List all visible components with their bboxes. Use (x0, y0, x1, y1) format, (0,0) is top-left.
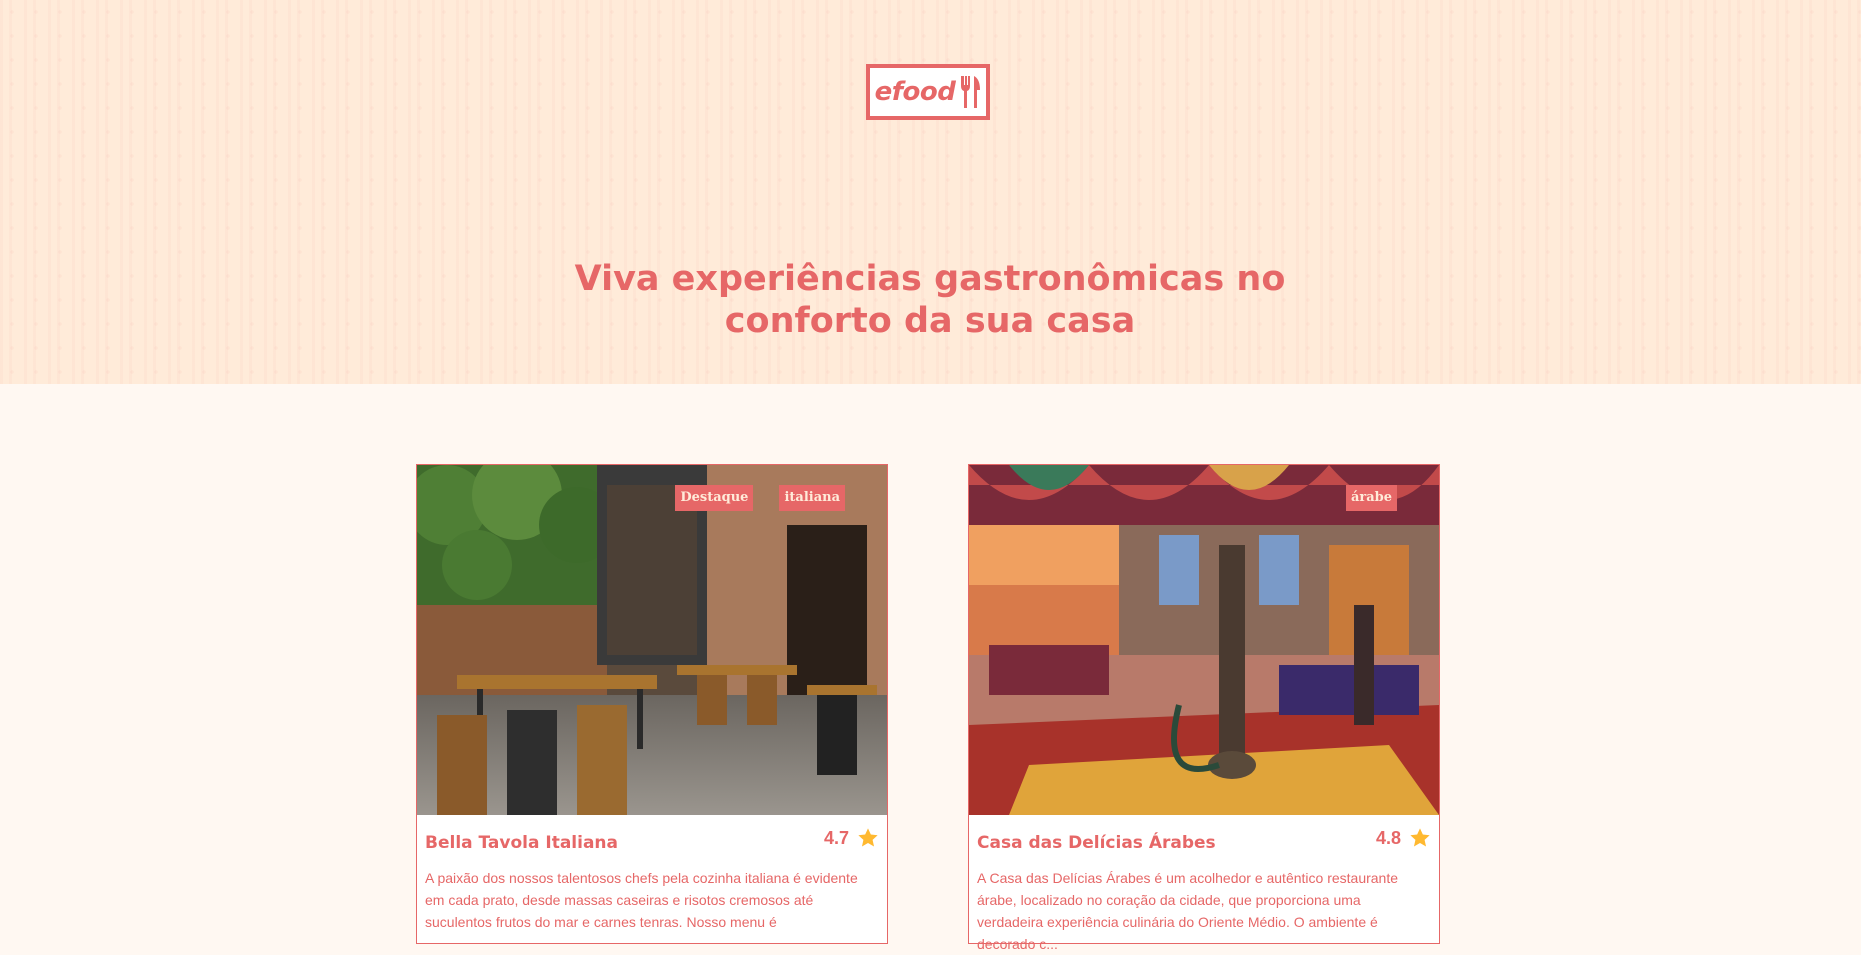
tag-cuisine: italiana (779, 485, 845, 511)
logo-text: efood (874, 77, 956, 107)
star-icon (858, 828, 878, 847)
hero-header: efood Viva experiências gastronômicas no… (0, 0, 1861, 384)
restaurant-card[interactable]: árabe Casa das Delícias Árabes 4.8 A Cas… (968, 464, 1440, 952)
fork-knife-icon (961, 76, 981, 108)
rating: 4.7 (824, 827, 879, 849)
rating: 4.8 (1376, 827, 1431, 849)
restaurant-name: Casa das Delícias Árabes (977, 833, 1216, 853)
tag-highlight: Destaque (675, 485, 754, 511)
restaurant-photo: Destaque italiana (417, 465, 887, 815)
efood-logo[interactable]: efood (866, 64, 990, 120)
card-body: Bella Tavola Italiana 4.7 A paixão dos n… (417, 815, 887, 933)
rating-value: 4.7 (823, 827, 849, 848)
tag-list: Destaque italiana (675, 485, 845, 511)
restaurant-card[interactable]: Destaque italiana Bella Tavola Italiana … (416, 464, 888, 944)
restaurant-name: Bella Tavola Italiana (425, 833, 619, 853)
restaurant-description: A paixão dos nossos talentosos chefs pel… (425, 870, 858, 930)
tag-list: árabe (1345, 485, 1397, 511)
tag-cuisine: árabe (1345, 485, 1397, 511)
card-body: Casa das Delícias Árabes 4.8 A Casa das … (969, 815, 1439, 955)
restaurant-description: A Casa das Delícias Árabes é um acolhedo… (977, 870, 1399, 952)
restaurant-photo: árabe (969, 465, 1439, 815)
rating-value: 4.8 (1375, 827, 1401, 848)
star-icon (1410, 828, 1430, 847)
hero-title: Viva experiências gastronômicas no confo… (574, 259, 1286, 341)
